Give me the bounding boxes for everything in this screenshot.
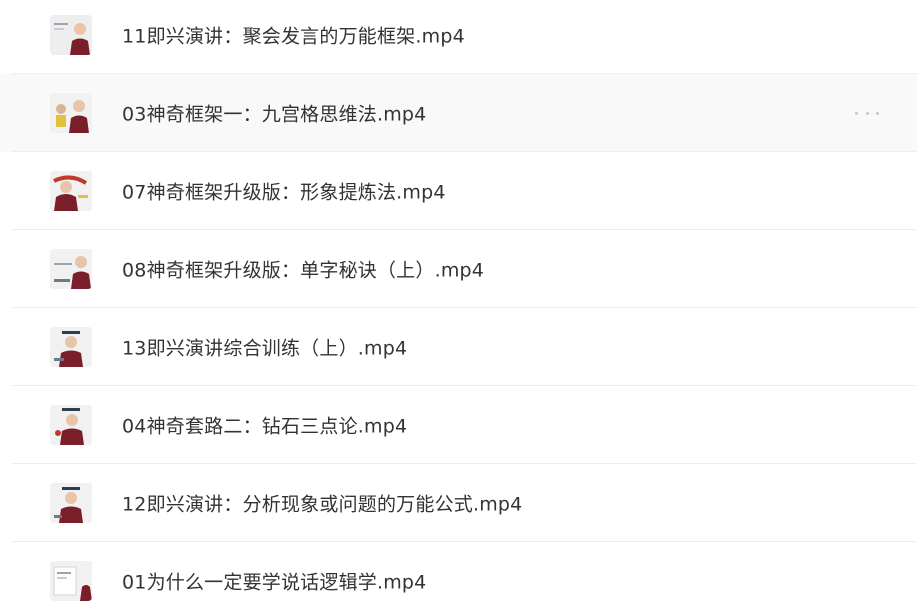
file-row[interactable]: 07神奇框架升级版：形象提炼法.mp4	[0, 152, 917, 230]
file-row[interactable]: 08神奇框架升级版：单字秘诀（上）.mp4	[0, 230, 917, 308]
more-options-icon[interactable]	[855, 108, 879, 118]
file-name[interactable]: 12即兴演讲：分析现象或问题的万能公式.mp4	[122, 490, 522, 517]
file-name[interactable]: 13即兴演讲综合训练（上）.mp4	[122, 334, 407, 361]
video-thumbnail-icon	[50, 93, 92, 133]
video-thumbnail-icon	[50, 327, 92, 367]
file-name[interactable]: 11即兴演讲：聚会发言的万能框架.mp4	[122, 22, 465, 49]
video-thumbnail-icon	[50, 561, 92, 601]
file-row[interactable]: 03神奇框架一：九宫格思维法.mp4	[0, 74, 917, 152]
video-thumbnail-icon	[50, 483, 92, 523]
file-row[interactable]: 12即兴演讲：分析现象或问题的万能公式.mp4	[0, 464, 917, 542]
file-name[interactable]: 08神奇框架升级版：单字秘诀（上）.mp4	[122, 256, 484, 283]
file-row[interactable]: 01为什么一定要学说话逻辑学.mp4	[0, 542, 917, 601]
file-row[interactable]: 04神奇套路二：钻石三点论.mp4	[0, 386, 917, 464]
video-thumbnail-icon	[50, 15, 92, 55]
file-row[interactable]: 13即兴演讲综合训练（上）.mp4	[0, 308, 917, 386]
file-name[interactable]: 07神奇框架升级版：形象提炼法.mp4	[122, 178, 446, 205]
file-row[interactable]: 11即兴演讲：聚会发言的万能框架.mp4	[0, 0, 917, 74]
file-name[interactable]: 03神奇框架一：九宫格思维法.mp4	[122, 100, 426, 127]
file-list: 11即兴演讲：聚会发言的万能框架.mp4 03神奇框架一：九宫格思维法.mp4	[0, 0, 917, 601]
video-thumbnail-icon	[50, 405, 92, 445]
video-thumbnail-icon	[50, 171, 92, 211]
file-name[interactable]: 04神奇套路二：钻石三点论.mp4	[122, 412, 407, 439]
video-thumbnail-icon	[50, 249, 92, 289]
file-name[interactable]: 01为什么一定要学说话逻辑学.mp4	[122, 568, 426, 595]
